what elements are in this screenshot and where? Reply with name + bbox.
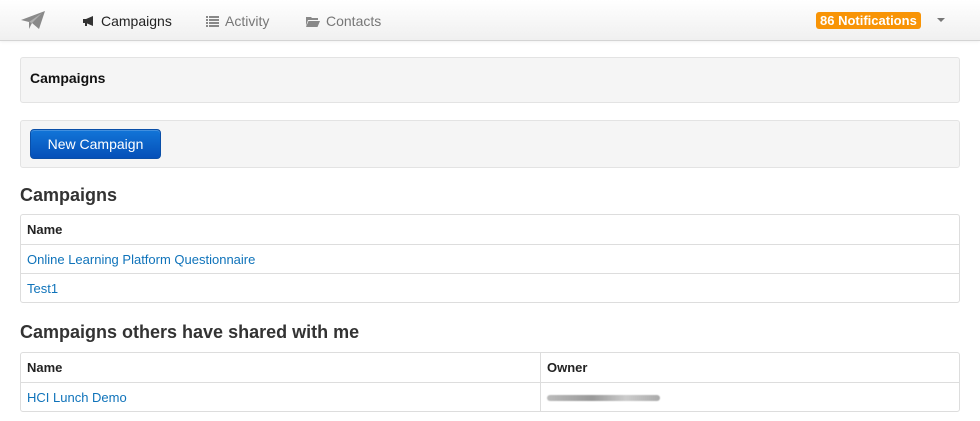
page-title: Campaigns (30, 70, 106, 86)
new-campaign-button[interactable]: New Campaign (30, 129, 161, 159)
page-header-well: Campaigns (20, 57, 960, 103)
nav-item-activity[interactable]: Activity (206, 12, 269, 30)
table-header-row: Name (21, 215, 959, 244)
chevron-down-icon[interactable] (937, 18, 945, 22)
table-row: Online Learning Platform Questionnaire (21, 244, 959, 273)
campaigns-table: Name Online Learning Platform Questionna… (20, 214, 960, 303)
owner-cell (540, 382, 959, 411)
section-heading-campaigns: Campaigns (20, 185, 118, 205)
section-heading-shared-campaigns: Campaigns others have shared with me (20, 322, 360, 342)
table-cell: Test1 (21, 273, 959, 302)
nav-item-label: Activity (225, 13, 270, 29)
column-header-name: Name (27, 360, 63, 375)
nav-item-contacts[interactable]: Contacts (306, 12, 381, 30)
nav-item-campaigns[interactable]: Campaigns (82, 12, 172, 30)
table-row: HCI Lunch Demo (21, 382, 959, 411)
actions-well: New Campaign (20, 120, 960, 168)
nav-item-label: Contacts (326, 13, 382, 29)
redacted-owner (547, 395, 660, 402)
paper-plane-icon[interactable] (20, 9, 46, 31)
top-navbar: Campaigns Activity Contacts 86 Notificat… (0, 0, 980, 41)
table-cell: HCI Lunch Demo (21, 382, 540, 411)
table-row: Test1 (21, 273, 959, 302)
table-header-row: Name Owner (21, 353, 959, 382)
list-icon (206, 15, 219, 27)
shared-campaigns-table: Name Owner HCI Lunch Demo (20, 352, 960, 412)
campaign-link[interactable]: HCI Lunch Demo (27, 390, 127, 405)
campaign-link[interactable]: Test1 (27, 281, 58, 296)
notifications-badge[interactable]: 86 Notifications (816, 12, 921, 29)
campaign-link[interactable]: Online Learning Platform Questionnaire (27, 252, 255, 267)
folder-icon (306, 16, 320, 27)
table-cell: Online Learning Platform Questionnaire (21, 244, 959, 273)
column-header-name: Name (27, 222, 63, 237)
nav-item-label: Campaigns (101, 13, 172, 29)
bullhorn-icon (82, 15, 95, 27)
column-header-owner: Owner (540, 353, 959, 382)
